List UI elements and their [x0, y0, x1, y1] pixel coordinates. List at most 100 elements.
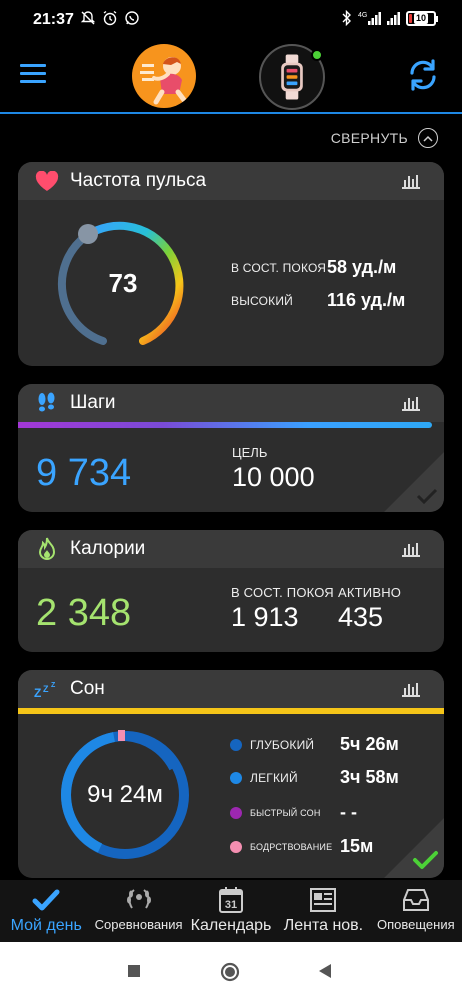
svg-text:Z: Z	[51, 682, 56, 689]
bar-chart-icon[interactable]	[402, 395, 420, 411]
sleep-row-rem: БЫСТРЫЙ СОН - -	[230, 802, 357, 823]
steps-goal-value: 10 000	[232, 462, 315, 492]
calendar-icon: 31	[216, 886, 246, 914]
sleep-title: Сон	[70, 678, 105, 699]
steps-header: Шаги	[18, 384, 444, 422]
back-icon[interactable]	[316, 961, 334, 981]
nav-newsfeed[interactable]: Лента нов.	[277, 880, 369, 942]
nav-my-day[interactable]: Мой день	[0, 880, 92, 942]
bluetooth-icon	[342, 10, 351, 26]
high-hr-label: ВЫСОКИЙ	[231, 293, 294, 308]
inbox-icon	[401, 886, 431, 914]
awake-dot	[230, 840, 242, 853]
heart-rate-title: Частота пульса	[70, 170, 207, 191]
active-calories-label: АКТИВНО	[338, 585, 402, 600]
calendar-day: 31	[225, 899, 237, 911]
resting-hr-label: В СОСТ. ПОКОЯ	[231, 260, 327, 275]
steps-progress-bar	[18, 422, 433, 428]
sleep-row-awake: БОДРСТВОВАНИЕ 15м	[230, 836, 373, 857]
active-calories-value: 435	[338, 602, 384, 632]
signal-icon	[387, 12, 400, 25]
svg-text:Z: Z	[43, 684, 49, 694]
alarm-icon	[103, 10, 117, 26]
high-hr-row: ВЫСОКИЙ 116 уд./м	[231, 290, 405, 311]
calories-title: Калории	[70, 538, 146, 559]
light-sleep-value: 3ч 58м	[340, 767, 399, 787]
signal-icon: 4G	[358, 12, 381, 25]
steps-title: Шаги	[70, 392, 116, 413]
sleep-row-deep: ГЛУБОКИЙ 5ч 26м	[230, 734, 399, 755]
flame-icon	[34, 537, 60, 560]
battery-icon: 10	[406, 10, 438, 26]
awake-value: 15м	[340, 836, 374, 856]
calories-card[interactable]: Калории 2 348 В СОСТ. ПОКОЯ 1 913 АКТИВН…	[18, 530, 444, 652]
heart-rate-card[interactable]: Частота пульса 73 В СОСТ. ПОКОЯ 58 уд./м…	[18, 162, 444, 366]
rem-sleep-dot	[230, 806, 242, 819]
battery-fill	[409, 13, 412, 23]
deep-sleep-value: 5ч 26м	[340, 734, 399, 754]
notification-icons	[80, 10, 140, 26]
nav-label: Мой день	[10, 917, 82, 934]
bar-chart-icon[interactable]	[402, 173, 420, 189]
steps-value: 9 734	[36, 452, 132, 494]
awake-label: БОДРСТВОВАНИЕ	[250, 841, 333, 852]
resting-hr-row: В СОСТ. ПОКОЯ 58 уд./м	[231, 257, 396, 278]
nav-label: Оповещения	[377, 917, 455, 932]
system-nav-bar	[0, 942, 462, 1000]
sleep-total: 9ч 24м	[87, 781, 163, 808]
light-sleep-label: ЛЕГКИЙ	[250, 770, 298, 785]
goal-check-icon	[384, 452, 444, 512]
hamburger-menu-icon[interactable]	[20, 64, 46, 86]
system-icons: 4G 10	[341, 10, 438, 26]
heart-rate-current: 73	[108, 268, 138, 298]
nav-label: Соревнования	[94, 917, 183, 932]
chevron-up-icon	[418, 128, 438, 148]
battery-level: 10	[413, 12, 428, 24]
rem-sleep-label: БЫСТРЫЙ СОН	[250, 807, 321, 818]
sync-icon[interactable]	[406, 58, 440, 92]
bar-chart-icon[interactable]	[402, 681, 420, 697]
laurel-icon	[124, 886, 154, 914]
runner-avatar-icon[interactable]	[132, 44, 196, 108]
nav-challenges[interactable]: Соревнования	[92, 880, 184, 942]
connected-indicator	[311, 49, 323, 61]
checkmark-icon	[31, 886, 61, 914]
footprints-icon	[34, 392, 60, 414]
status-bar: 21:37 4G 10	[0, 0, 462, 40]
resting-calories-value: 1 913	[231, 602, 299, 632]
recents-icon[interactable]	[124, 961, 144, 981]
nav-label: Лента нов.	[283, 917, 364, 934]
resting-calories-label: В СОСТ. ПОКОЯ	[231, 585, 334, 600]
collapse-button[interactable]: СВЕРНУТЬ	[331, 128, 438, 148]
nav-calendar[interactable]: 31 Календарь	[185, 880, 277, 942]
home-icon[interactable]	[219, 961, 241, 983]
resting-calories: В СОСТ. ПОКОЯ 1 913	[231, 585, 334, 633]
whatsapp-icon	[125, 11, 139, 25]
newsfeed-icon	[308, 886, 338, 914]
high-hr-value: 116 уд./м	[327, 290, 406, 310]
status-time: 21:37	[33, 11, 74, 28]
sleep-header: ZZZ Сон	[18, 670, 444, 708]
steps-goal-label: ЦЕЛЬ	[232, 445, 268, 460]
bottom-nav: Мой день Соревнования 31 Календарь Лента…	[0, 880, 462, 942]
rem-sleep-value: - -	[340, 802, 357, 822]
svg-text:4G: 4G	[358, 12, 367, 19]
sleep-row-light: ЛЕГКИЙ 3ч 58м	[230, 767, 399, 788]
bar-chart-icon[interactable]	[402, 541, 420, 557]
resting-hr-value: 58 уд./м	[327, 257, 397, 277]
app-header	[0, 40, 462, 114]
active-calories: АКТИВНО 435	[338, 585, 401, 633]
calories-header: Калории	[18, 530, 444, 568]
watch-icon[interactable]	[259, 44, 325, 110]
steps-card[interactable]: Шаги 9 734 ЦЕЛЬ 10 000	[18, 384, 444, 512]
nav-notifications[interactable]: Оповещения	[370, 880, 462, 942]
heart-icon	[34, 170, 60, 192]
sleep-card[interactable]: ZZZ Сон 9ч 24м ГЛУБОКИЙ 5ч 26м ЛЕГКИЙ 3ч…	[18, 670, 444, 878]
nav-label: Календарь	[190, 917, 272, 934]
sleep-bar	[18, 708, 444, 714]
svg-text:Z: Z	[34, 686, 41, 698]
calories-total: 2 348	[36, 592, 132, 634]
zzz-icon: ZZZ	[34, 678, 60, 700]
deep-sleep-dot	[230, 738, 242, 751]
deep-sleep-label: ГЛУБОКИЙ	[250, 737, 315, 752]
